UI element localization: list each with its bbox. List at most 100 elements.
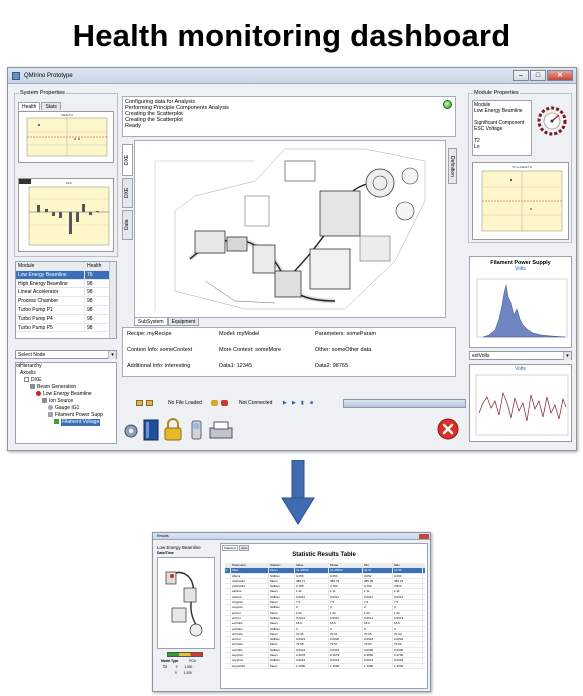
main-window: QMIrino Prototype – □ ✕ System Propertie… bbox=[7, 67, 577, 451]
play-icon[interactable]: ▶ bbox=[283, 398, 287, 409]
component-icon bbox=[42, 398, 47, 404]
folder-icon bbox=[30, 384, 35, 390]
status-ok-icon bbox=[443, 100, 452, 109]
column-header[interactable]: Parameter bbox=[231, 563, 269, 568]
table-header: Module Health bbox=[16, 262, 116, 271]
table-row[interactable]: Turbo Pump P4 98 bbox=[16, 314, 116, 324]
variable-select[interactable]: extVolts ▾ bbox=[469, 351, 572, 360]
tree-node[interactable]: Gauge IG1 bbox=[16, 405, 116, 412]
chevron-down-icon[interactable]: ▾ bbox=[563, 352, 571, 360]
table-cell: 1.02 bbox=[329, 610, 363, 615]
table-scrollbar[interactable] bbox=[109, 262, 116, 338]
tree-node[interactable]: Filament Power Supp bbox=[16, 412, 116, 419]
recipe-text: Recipe: myRecipe bbox=[127, 331, 172, 337]
table-cell: Mean bbox=[269, 610, 295, 615]
table-cell: 0.4678 bbox=[295, 653, 329, 658]
table-cell: 18.6 bbox=[295, 621, 329, 626]
table-cell: 0 bbox=[363, 626, 393, 631]
tree-node[interactable]: DXE bbox=[16, 377, 116, 384]
column-header-health[interactable]: Health bbox=[84, 262, 110, 270]
results-close-button[interactable] bbox=[419, 534, 429, 539]
table-cell: Mean bbox=[269, 642, 295, 647]
table-row[interactable]: Process Chamber 98 bbox=[16, 297, 116, 306]
column-header[interactable]: Min bbox=[363, 563, 393, 568]
table-cell: 1.1980 bbox=[363, 663, 393, 668]
column-header[interactable]: Value bbox=[295, 563, 329, 568]
tree-node-label: Beam Generation bbox=[37, 384, 77, 390]
column-header[interactable]: Model bbox=[329, 563, 363, 568]
module-health: 98 bbox=[84, 288, 110, 297]
results-date-label: Date/Time bbox=[157, 551, 174, 555]
open-folder-icon[interactable] bbox=[136, 400, 143, 406]
filament-power-supply-panel: Filament Power Supply Volts bbox=[469, 256, 572, 348]
table-row[interactable]: suppVolts Mean 1.1990 1.1990 1.1980 1.2000 bbox=[225, 663, 425, 669]
column-header-module[interactable]: Module bbox=[16, 262, 84, 270]
table-row[interactable]: Turbo Pump P5 98 bbox=[16, 323, 116, 333]
connect-icon[interactable] bbox=[211, 400, 218, 406]
signal-icon bbox=[54, 419, 59, 425]
expand-icon[interactable] bbox=[24, 377, 29, 383]
table-cell: 0.0018 bbox=[363, 637, 393, 642]
table-cell: 0.0011 bbox=[295, 594, 329, 600]
health-gauge-icon bbox=[537, 106, 567, 136]
pca-bar-chart: PAC bbox=[18, 178, 114, 252]
tab-statistics[interactable]: Statistics bbox=[222, 545, 239, 551]
tab-equipment[interactable]: Equipment bbox=[167, 318, 200, 326]
book-icon[interactable] bbox=[143, 419, 159, 441]
maximize-button[interactable]: □ bbox=[530, 70, 546, 81]
table-cell: 0 bbox=[329, 626, 363, 631]
stop-icon[interactable]: ■ bbox=[310, 398, 313, 409]
tree-node[interactable]: Axcelis bbox=[16, 370, 116, 377]
table-cell: 1.02 bbox=[363, 610, 393, 615]
table-cell: 7.5 bbox=[393, 600, 423, 605]
tab-dxe-2[interactable]: DXE bbox=[122, 178, 133, 208]
table-cell: 0.780 bbox=[329, 584, 363, 589]
table-row[interactable]: Linear Accelerator 98 bbox=[16, 288, 116, 298]
disconnect-icon[interactable] bbox=[221, 400, 228, 406]
tree-node[interactable]: otHierarchy bbox=[16, 363, 116, 370]
tree-node[interactable]: Low Energy Beamline bbox=[16, 391, 116, 398]
phone-icon[interactable] bbox=[191, 420, 202, 440]
chevron-down-icon[interactable]: ▾ bbox=[108, 351, 116, 359]
printer-icon[interactable] bbox=[209, 421, 233, 439]
table-cell: 0.052 bbox=[363, 573, 393, 578]
save-folder-icon[interactable] bbox=[146, 400, 153, 406]
other-text: Other: someOther data bbox=[315, 347, 372, 353]
table-cell: cattCur bbox=[231, 589, 269, 594]
table-cell: 0.0011 bbox=[363, 615, 393, 621]
tab-subsystem[interactable]: SubSystem bbox=[134, 318, 168, 326]
tree-node[interactable]: Ion Source bbox=[16, 398, 116, 405]
table-row[interactable]: High Energy Beamline 98 bbox=[16, 279, 116, 289]
table-cell: Mean bbox=[269, 621, 295, 626]
column-header[interactable]: Max bbox=[393, 563, 423, 568]
exit-icon[interactable] bbox=[436, 416, 460, 442]
close-window-button[interactable]: ✕ bbox=[547, 70, 573, 81]
tree-node[interactable]: Beam Generation bbox=[16, 384, 116, 391]
tab-data[interactable]: Data bbox=[122, 210, 133, 240]
progress-bar bbox=[343, 399, 466, 408]
table-cell: 70.25 bbox=[363, 631, 393, 637]
minimize-button[interactable]: – bbox=[513, 70, 529, 81]
module-health-table: Module Health Low Energy Beamline 76 High… bbox=[15, 261, 117, 339]
table-row[interactable]: Low Energy Beamline 76 bbox=[16, 270, 116, 280]
pause-icon[interactable]: ▮ bbox=[301, 398, 304, 409]
module-property-list: Module Low Energy Beamline Significant C… bbox=[472, 100, 532, 156]
tab-stats[interactable]: Stats bbox=[41, 102, 61, 110]
select-node-dropdown[interactable]: Select Node ▾ bbox=[15, 350, 117, 359]
table-cell: 0 bbox=[329, 605, 363, 610]
table-cell: 0.0020 bbox=[329, 637, 363, 642]
tab-dxe[interactable]: DXE bbox=[122, 144, 133, 176]
lock-icon[interactable] bbox=[164, 418, 182, 441]
tab-definition[interactable]: Definition bbox=[448, 148, 457, 184]
settings-gear-icon[interactable] bbox=[124, 424, 138, 438]
step-icon[interactable]: ▶ bbox=[292, 398, 296, 409]
tab-plots[interactable]: plots bbox=[239, 545, 250, 551]
tree-node[interactable]: Filament Voltage bbox=[16, 419, 116, 426]
tab-health[interactable]: Health bbox=[18, 102, 41, 110]
column-header[interactable]: Statistic bbox=[269, 563, 295, 568]
table-cell: 0.820 bbox=[393, 584, 423, 589]
property-line: Lo bbox=[474, 144, 480, 150]
table-cell: 0.0011 bbox=[329, 615, 363, 621]
table-row[interactable]: Turbo Pump P1 98 bbox=[16, 305, 116, 315]
table-cell: 0.0012 bbox=[393, 594, 423, 600]
